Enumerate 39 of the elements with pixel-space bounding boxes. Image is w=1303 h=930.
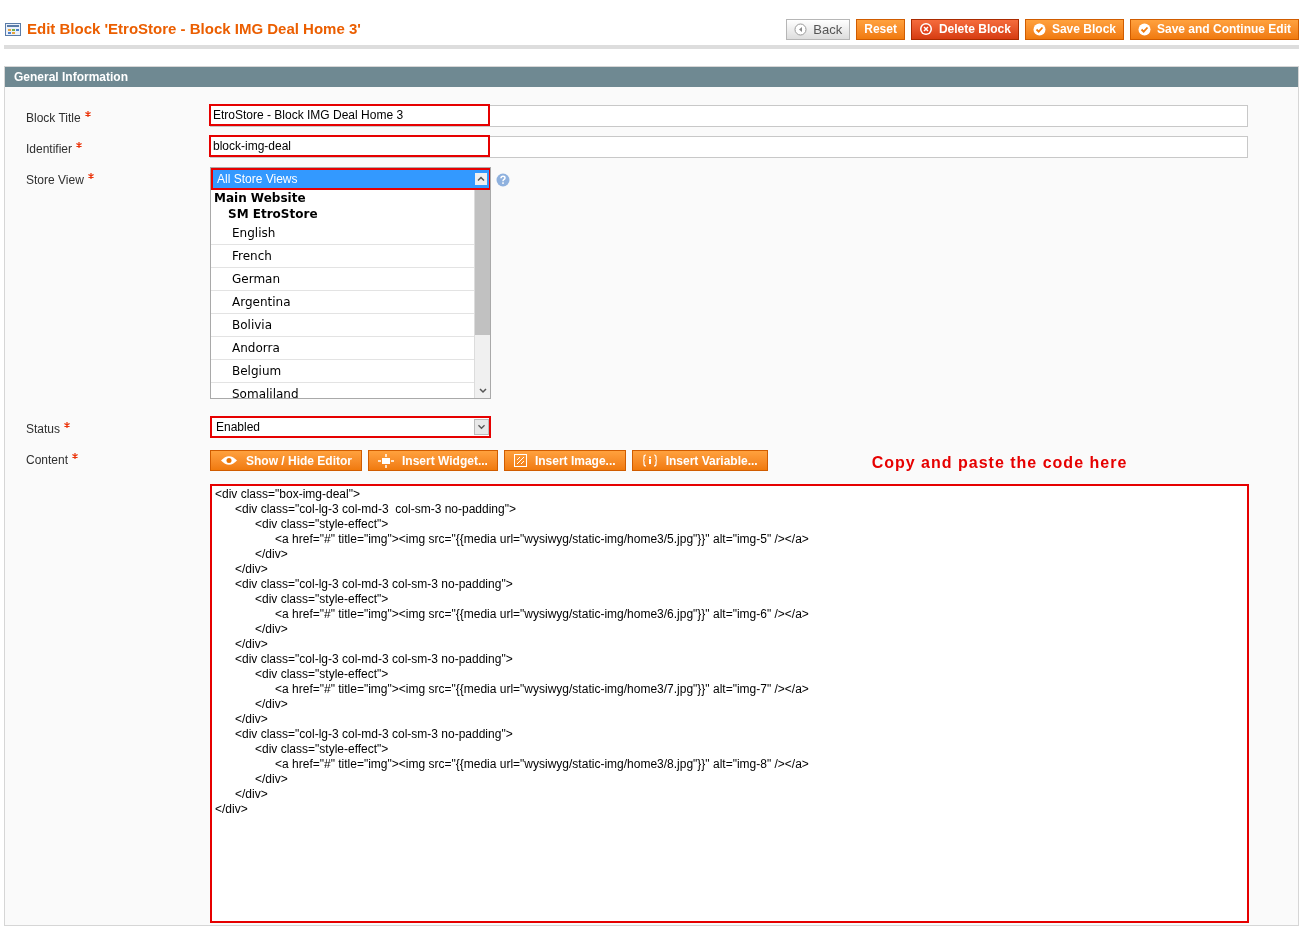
- eye-icon: [220, 455, 238, 466]
- close-icon: [918, 22, 933, 37]
- field-label: Block Title: [26, 110, 81, 125]
- scroll-down-icon: [479, 387, 487, 394]
- store-view-option[interactable]: Bolivia: [211, 313, 474, 337]
- grid-icon: [5, 22, 21, 36]
- store-view-option[interactable]: Argentina: [211, 290, 474, 314]
- section-header: General Information: [5, 66, 1298, 87]
- store-view-option[interactable]: Belgium: [211, 359, 474, 383]
- dropdown-caret-icon: [474, 418, 489, 435]
- store-view-option[interactable]: English: [211, 221, 474, 245]
- checkmark-icon: [1032, 22, 1046, 36]
- store-view-option[interactable]: German: [211, 267, 474, 291]
- variable-icon: [641, 454, 658, 467]
- image-icon: [513, 454, 527, 467]
- field-label: Status: [26, 421, 61, 436]
- field-label: Content: [26, 452, 69, 467]
- status-select[interactable]: Enabled: [210, 415, 491, 438]
- text-field[interactable]: EtroStore - Block IMG Deal Home 3: [209, 103, 490, 126]
- content-editor[interactable]: <div class="box-img-deal"> <div class="col-lg-3 col-md-3 col-sm-3 no-padding"> <div class="style-effect"> <a href="#" title="img"><img src="{{media url="wysiwyg/static-img/home3/5.jpg"}}" alt="img-5" /></a> </div> </div> <div class="col-lg-3 col-md-3 col-sm-3 no-padding"> <div class="style-effect"> <a href="#" title="img"><img src="{{media url="wysiwyg/static-img/home3/6.jpg"}}" alt="img-6" /></a> </div> </div> <div class="col-lg-3 col-md-3 col-sm-3 no-padding"> <div class="style-effect"> <a href="#" title="img"><img src="{{media url="wysiwyg/static-img/home3/7.jpg"}}" alt="img-7" /></a> </div> </div> <div class="col-lg-3 col-md-3 col-sm-3 no-padding"> <div class="style-effect"> <a href="#" title="img"><img src="{{media url="wysiwyg/static-img/home3/8.jpg"}}" alt="img-8" /></a> </div> </div> </div>: [210, 483, 1249, 923]
- field-label: Store View: [26, 172, 84, 187]
- option-group-label: Main Website: [213, 189, 307, 206]
- back-button[interactable]: Back: [786, 18, 851, 40]
- help-icon[interactable]: [496, 172, 510, 187]
- text-field[interactable]: block-img-deal: [209, 134, 490, 157]
- store-view-option[interactable]: French: [211, 244, 474, 268]
- page-title: Edit Block 'EtroStore - Block IMG Deal Home 3': [27, 19, 361, 39]
- scroll-up-icon: [475, 172, 487, 185]
- scrollbar-thumb[interactable]: [475, 189, 490, 335]
- store-view-option[interactable]: Somaliland: [211, 382, 474, 398]
- store-view-listbox[interactable]: All Store Views Main Website SM EtroStore English French German Argentina Bolivia Andorra Belgium Somaliland: [210, 166, 491, 399]
- field-label: Identifier: [26, 141, 73, 156]
- delete-button[interactable]: Delete Block: [910, 18, 1019, 40]
- widget-icon: [378, 453, 394, 468]
- annotation-text: Copy and paste the code here: [871, 452, 1128, 473]
- checkmark-icon: [1138, 22, 1151, 36]
- store-view-option[interactable]: Andorra: [211, 336, 474, 360]
- select-value: Enabled: [216, 418, 261, 436]
- option-group-label: SM EtroStore: [227, 205, 319, 222]
